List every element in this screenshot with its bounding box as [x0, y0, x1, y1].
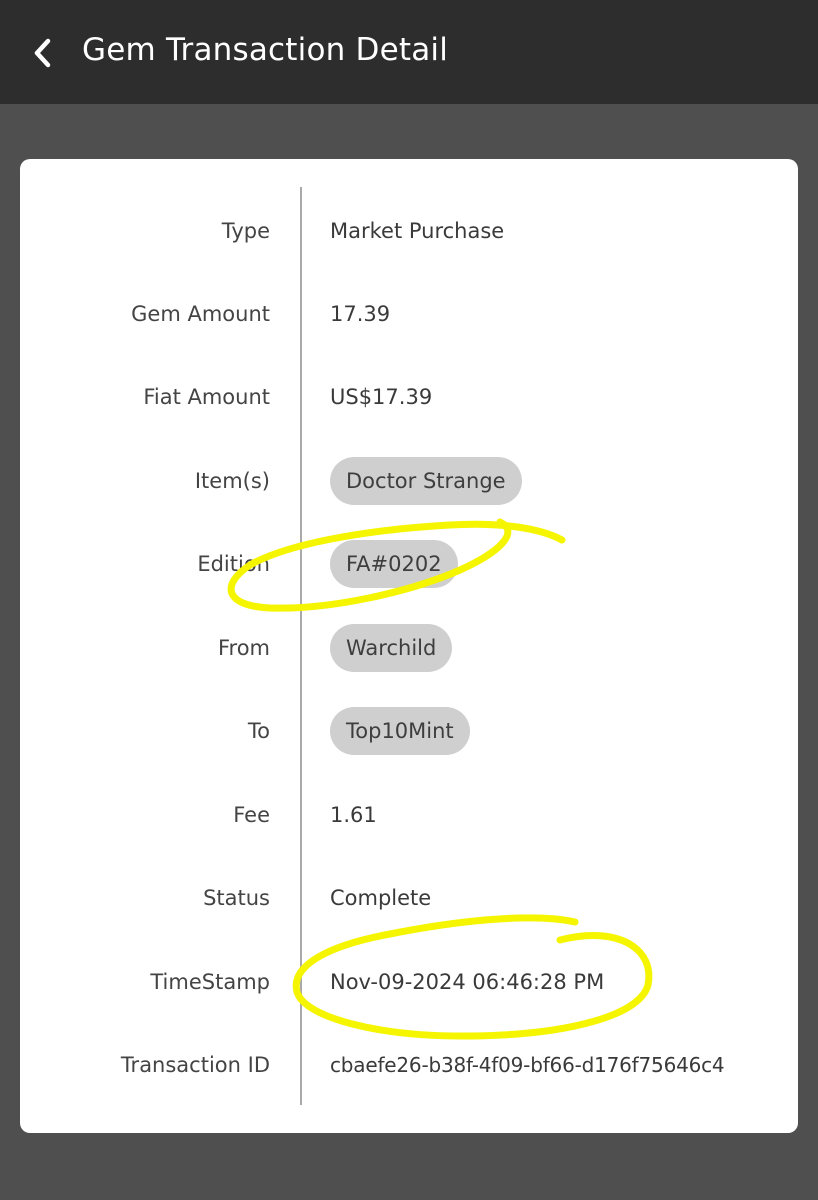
- detail-row-status: Status Complete: [20, 873, 798, 923]
- detail-row-to: To Top10Mint: [20, 706, 798, 756]
- timestamp-value: Nov-09-2024 06:46:28 PM: [330, 970, 605, 994]
- fiat-amount-label: Fiat Amount: [143, 385, 270, 409]
- transaction-id-value: cbaefe26-b38f-4f09-bf66-d176f75646c4: [330, 1053, 725, 1077]
- to-label: To: [247, 719, 270, 743]
- fee-label: Fee: [233, 803, 270, 827]
- type-label: Type: [221, 219, 270, 243]
- fiat-amount-value: US$17.39: [330, 385, 433, 409]
- detail-row-transaction-id: Transaction ID cbaefe26-b38f-4f09-bf66-d…: [20, 1040, 798, 1090]
- edition-chip[interactable]: FA#0202: [330, 540, 458, 588]
- detail-row-type: Type Market Purchase: [20, 206, 798, 256]
- item-chip[interactable]: Doctor Strange: [330, 457, 522, 505]
- to-user-chip[interactable]: Top10Mint: [330, 707, 470, 755]
- page-title: Gem Transaction Detail: [82, 32, 449, 68]
- detail-row-fiat-amount: Fiat Amount US$17.39: [20, 372, 798, 422]
- fee-value: 1.61: [330, 803, 377, 827]
- detail-row-from: From Warchild: [20, 623, 798, 673]
- chevron-left-icon[interactable]: [30, 36, 56, 70]
- gem-amount-value: 17.39: [330, 302, 391, 326]
- items-label: Item(s): [194, 469, 270, 493]
- transaction-detail-card: Type Market Purchase Gem Amount 17.39 Fi…: [20, 159, 798, 1133]
- detail-row-timestamp: TimeStamp Nov-09-2024 06:46:28 PM: [20, 957, 798, 1007]
- status-value: Complete: [330, 886, 432, 910]
- detail-row-items: Item(s) Doctor Strange: [20, 456, 798, 506]
- detail-row-fee: Fee 1.61: [20, 790, 798, 840]
- detail-row-edition: Edition FA#0202: [20, 539, 798, 589]
- detail-row-gem-amount: Gem Amount 17.39: [20, 289, 798, 339]
- status-label: Status: [203, 886, 270, 910]
- edition-label: Edition: [197, 552, 270, 576]
- gem-amount-label: Gem Amount: [131, 302, 270, 326]
- app-bar: Gem Transaction Detail: [0, 0, 818, 104]
- from-label: From: [217, 636, 270, 660]
- type-value: Market Purchase: [330, 219, 505, 243]
- timestamp-label: TimeStamp: [150, 970, 270, 994]
- transaction-id-label: Transaction ID: [120, 1053, 270, 1077]
- from-user-chip[interactable]: Warchild: [330, 624, 453, 672]
